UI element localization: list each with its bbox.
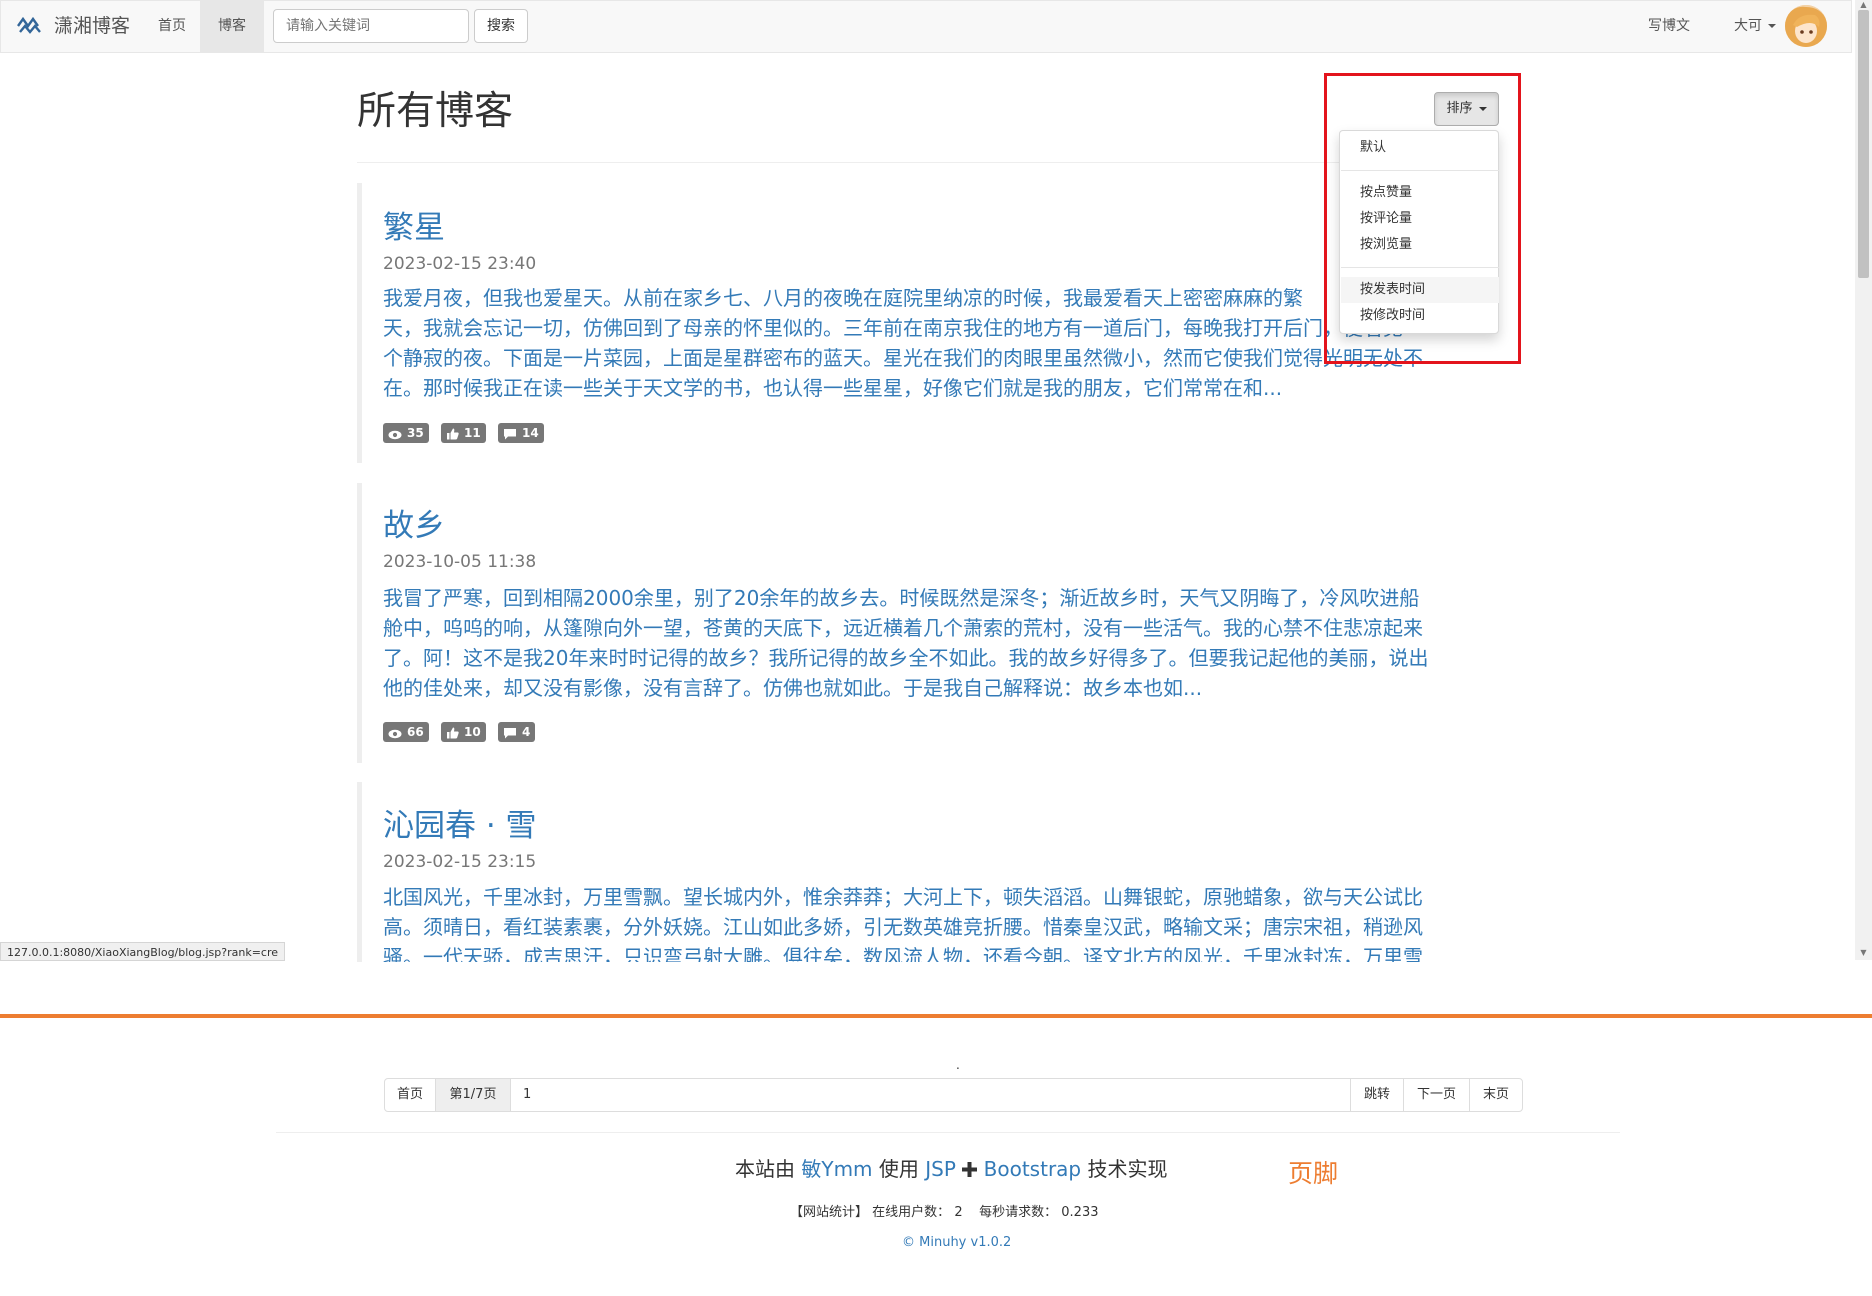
comments-badge: 14 bbox=[498, 423, 544, 443]
requests-per-second-label: 每秒请求数： bbox=[979, 1205, 1058, 1220]
post-excerpt-line: 在。那时候我正在读一些关于天文学的书，也认得一些星星，好像它们就是我的朋友，它们… bbox=[383, 376, 1283, 400]
footer-credits: 本站由 敏Ymm 使用 JSP Bootstrap 技术实现 bbox=[735, 1154, 1167, 1184]
thumbs-up-icon bbox=[447, 727, 459, 739]
eye-icon bbox=[388, 729, 402, 739]
footer-prefix: 本站由 bbox=[735, 1157, 795, 1181]
nav-home[interactable]: 首页 bbox=[140, 0, 204, 52]
post-date: 2023-02-15 23:15 bbox=[383, 852, 537, 872]
post-excerpt[interactable]: 北国风光，千里冰封，万里雪飘。望长城内外，惟余莽莽；大河上下，顿失滔滔。山舞银蛇… bbox=[383, 882, 1483, 962]
views-count: 66 bbox=[407, 725, 424, 739]
brand-name[interactable]: 潇湘博客 bbox=[54, 13, 130, 39]
user-menu[interactable]: 大可 bbox=[1734, 0, 1776, 52]
post-excerpt-line: 天，我就会忘记一切，仿佛回到了母亲的怀里似的。三年前在南京我住的地方有一道后门，… bbox=[383, 316, 1403, 340]
comments-count: 14 bbox=[522, 426, 539, 440]
comments-count: 4 bbox=[522, 725, 531, 739]
pager-jump[interactable]: 跳转 bbox=[1350, 1078, 1404, 1112]
pager-last[interactable]: 末页 bbox=[1469, 1078, 1523, 1112]
likes-badge: 10 bbox=[441, 722, 486, 742]
post-excerpt-line: 我爱月夜，但我也爱星天。从前在家乡七、八月的夜晚在庭院里纳凉的时候，我最爱看天上… bbox=[383, 286, 1303, 310]
online-users-label: 在线用户数： bbox=[872, 1205, 951, 1220]
stats-title: 【网站统计】 bbox=[790, 1205, 869, 1220]
pager-page-input[interactable]: 1 bbox=[510, 1078, 1351, 1112]
footer-tech-bootstrap-link[interactable]: Bootstrap bbox=[984, 1157, 1081, 1181]
footer-divider bbox=[276, 1132, 1620, 1133]
post-title[interactable]: 沁园春 · 雪 bbox=[383, 806, 537, 846]
post-excerpt-line: 北国风光，千里冰封，万里雪飘。望长城内外，惟余莽莽；大河上下，顿失滔滔。山舞银蛇… bbox=[383, 885, 1423, 909]
post-excerpt[interactable]: 我爱月夜，但我也爱星天。从前在家乡七、八月的夜晚在庭院里纳凉的时候，我最爱看天上… bbox=[383, 283, 1483, 403]
post-excerpt[interactable]: 我冒了严寒，回到相隔2000余里，别了20余年的故乡去。时候既然是深冬；渐近故乡… bbox=[383, 583, 1483, 703]
footer-author-link[interactable]: 敏Ymm bbox=[801, 1157, 872, 1181]
comment-icon bbox=[504, 429, 516, 440]
site-stats: 【网站统计】 在线用户数： 2 每秒请求数： 0.233 bbox=[790, 1203, 1099, 1223]
post-date: 2023-10-05 11:38 bbox=[383, 552, 537, 572]
pager-first[interactable]: 首页 bbox=[384, 1078, 436, 1112]
online-users-value: 2 bbox=[954, 1205, 963, 1220]
views-badge: 35 bbox=[383, 423, 429, 443]
comment-icon bbox=[504, 728, 516, 739]
post-date: 2023-02-15 23:40 bbox=[383, 254, 537, 274]
avatar[interactable] bbox=[1785, 5, 1827, 47]
post-excerpt-line: 我冒了严寒，回到相隔2000余里，别了20余年的故乡去。时候既然是深冬；渐近故乡… bbox=[383, 586, 1420, 610]
status-bar-url: 127.0.0.1:8080/XiaoXiangBlog/blog.jsp?ra… bbox=[0, 942, 286, 961]
post-left-border bbox=[357, 782, 362, 962]
plus-icon bbox=[962, 1162, 978, 1177]
views-badge: 66 bbox=[383, 722, 429, 742]
likes-count: 11 bbox=[464, 426, 481, 440]
scroll-up-arrow-icon[interactable]: ▲ bbox=[1858, 0, 1869, 10]
scrollbar-thumb[interactable] bbox=[1858, 10, 1869, 278]
post-excerpt-line: 了。阿！这不是我20年来时时记得的故乡？我所记得的故乡全不如此。我的故乡好得多了… bbox=[383, 646, 1429, 670]
post-excerpt-line: 高。须晴日，看红装素裹，分外妖娆。江山如此多娇，引无数英雄竞折腰。惜秦皇汉武，略… bbox=[383, 915, 1423, 939]
copyright[interactable]: © Minuhy v1.0.2 bbox=[902, 1233, 1011, 1253]
likes-badge: 11 bbox=[441, 423, 486, 443]
dot-mark: . bbox=[956, 1058, 960, 1072]
brand-logo-icon[interactable] bbox=[16, 14, 42, 36]
nav-write-post[interactable]: 写博文 bbox=[1648, 0, 1690, 52]
pager-next[interactable]: 下一页 bbox=[1403, 1078, 1470, 1112]
likes-count: 10 bbox=[464, 725, 481, 739]
post-list: 繁星 2023-02-15 23:40 我爱月夜，但我也爱星天。从前在家乡七、八… bbox=[0, 54, 1855, 962]
post-title[interactable]: 繁星 bbox=[383, 208, 445, 248]
post-excerpt-line: 骚。一代天骄，成吉思汗，只识弯弓射大雕。俱往矣，数风流人物，还看今朝。译文北方的… bbox=[383, 945, 1423, 962]
thumbs-up-icon bbox=[447, 428, 459, 440]
post-left-border bbox=[357, 483, 362, 763]
post-excerpt-line: 舱中，呜呜的响，从篷隙向外一望，苍黄的天底下，远近横着几个萧索的荒村，没有一些活… bbox=[383, 616, 1423, 640]
footer-annotation-label: 页脚 bbox=[1288, 1159, 1339, 1188]
nav-blog[interactable]: 博客 bbox=[200, 0, 264, 52]
footer-suffix: 技术实现 bbox=[1087, 1157, 1168, 1181]
eye-icon bbox=[388, 430, 402, 440]
search-input[interactable] bbox=[273, 9, 469, 43]
post-excerpt-line: 他的佳处来，却又没有影像，没有言辞了。仿佛也就如此。于是我自己解释说：故乡本也如… bbox=[383, 676, 1203, 700]
post-title[interactable]: 故乡 bbox=[383, 506, 445, 546]
comments-badge: 4 bbox=[498, 722, 536, 742]
scroll-down-arrow-icon[interactable]: ▼ bbox=[1858, 948, 1869, 958]
post-left-border bbox=[357, 183, 362, 463]
footer-use: 使用 bbox=[878, 1157, 919, 1181]
footer-tech-jsp-link[interactable]: JSP bbox=[925, 1157, 956, 1181]
requests-per-second-value: 0.233 bbox=[1061, 1205, 1099, 1220]
user-name: 大可 bbox=[1734, 18, 1762, 34]
post-excerpt-line: 个静寂的夜。下面是一片菜园，上面是星群密布的蓝天。星光在我们的肉眼里虽然微小，然… bbox=[383, 346, 1423, 370]
search-button[interactable]: 搜索 bbox=[474, 9, 528, 43]
highlight-box bbox=[1324, 73, 1521, 364]
avatar-image bbox=[1785, 5, 1827, 47]
orange-divider bbox=[0, 1014, 1872, 1018]
pager-page-info: 第1/7页 bbox=[435, 1078, 511, 1112]
chevron-down-icon bbox=[1768, 24, 1776, 28]
views-count: 35 bbox=[407, 426, 424, 440]
